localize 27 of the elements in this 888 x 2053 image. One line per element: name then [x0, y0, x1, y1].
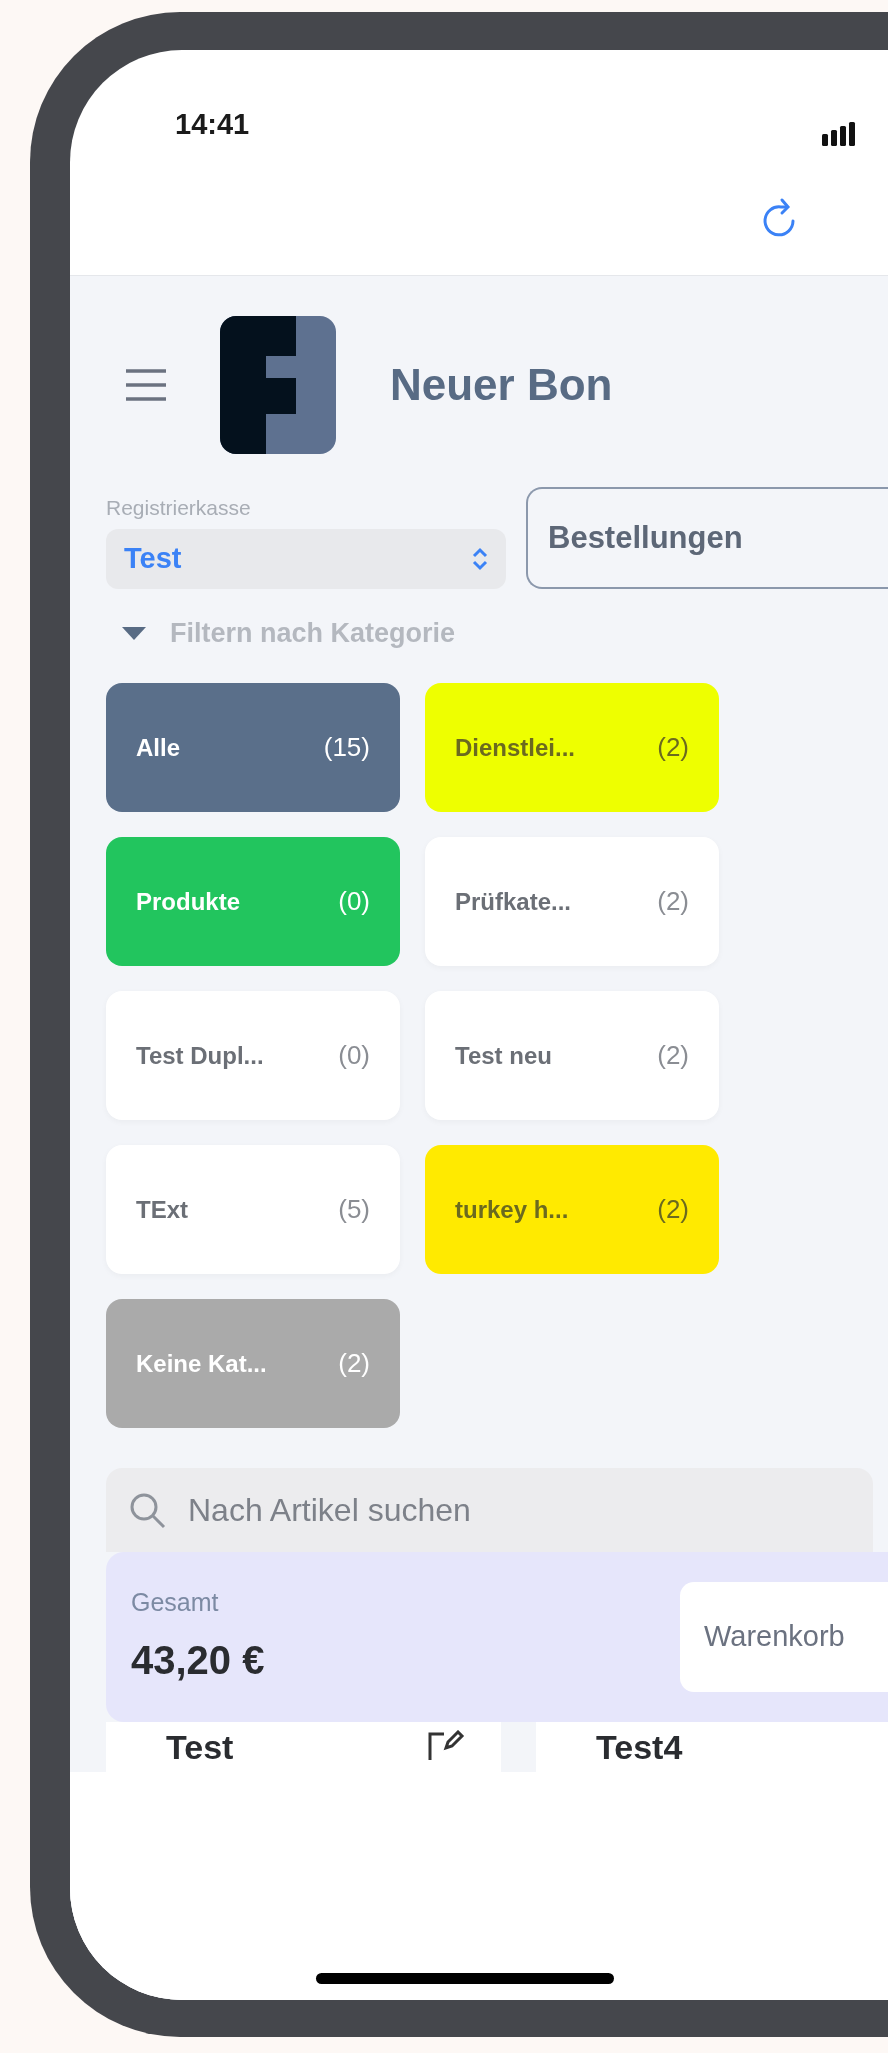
- cart-button[interactable]: Warenkorb: [680, 1582, 888, 1692]
- category-tile[interactable]: Prüfkate... (2): [425, 837, 719, 966]
- item-name: Test: [166, 1730, 235, 1764]
- register-label: Registrierkasse: [106, 494, 252, 521]
- search-icon: [128, 1491, 166, 1529]
- total-label: Gesamt: [131, 1587, 220, 1619]
- category-tile[interactable]: turkey h... (2): [425, 1145, 719, 1274]
- status-time: 14:41: [175, 106, 250, 142]
- total-amount: 43,20 €: [131, 1636, 266, 1684]
- category-tile[interactable]: Alle (15): [106, 683, 400, 812]
- item-name: Test4: [596, 1730, 684, 1764]
- search-input[interactable]: Nach Artikel suchen: [188, 1486, 851, 1534]
- category-tile[interactable]: Dienstlei... (2): [425, 683, 719, 812]
- signal-icon: [822, 120, 858, 146]
- mode-field[interactable]: Bestellungen: [526, 487, 888, 589]
- category-tile[interactable]: TExt (5): [106, 1145, 400, 1274]
- menu-icon[interactable]: [124, 366, 168, 403]
- logo-icon: [220, 315, 336, 454]
- sort-icon: [472, 547, 488, 571]
- category-tile[interactable]: Test Dupl... (0): [106, 991, 400, 1120]
- page-title: Neuer Bon: [390, 358, 613, 411]
- edit-icon[interactable]: [426, 1730, 466, 1762]
- search-field[interactable]: Nach Artikel suchen: [106, 1468, 873, 1552]
- register-select[interactable]: Test: [106, 529, 506, 589]
- item-card[interactable]: Test4: [536, 1722, 888, 1772]
- item-card[interactable]: Test: [106, 1722, 501, 1772]
- category-tile[interactable]: Test neu (2): [425, 991, 719, 1120]
